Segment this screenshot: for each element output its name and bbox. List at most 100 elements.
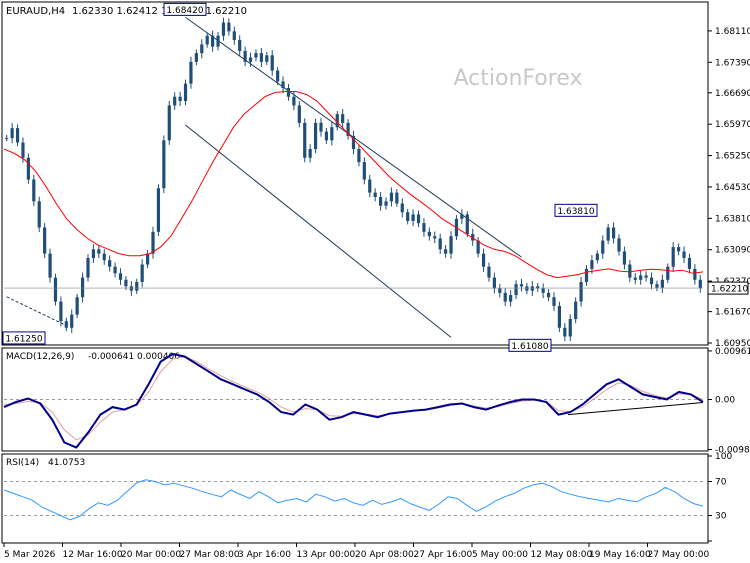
price-annotation-label: 1.61080 xyxy=(511,342,548,352)
candle-body xyxy=(693,268,697,280)
candle-body xyxy=(611,227,616,239)
x-axis-tick-label: 13 Apr 00:00 xyxy=(297,550,356,560)
candle-body xyxy=(75,297,79,315)
candle-body xyxy=(606,227,610,241)
candle-body xyxy=(666,266,670,280)
candle-body xyxy=(574,301,578,320)
x-axis-tick-label: 20 Mar 00:00 xyxy=(121,550,181,560)
macd-y-tick-label: 0.009618 xyxy=(715,347,750,357)
candle-body xyxy=(617,238,621,252)
candle-body xyxy=(194,53,198,62)
price-annotation-label: 1.68420 xyxy=(166,6,203,16)
candle-body xyxy=(286,88,291,97)
candle-body xyxy=(64,321,68,328)
candle-body xyxy=(357,149,361,163)
candle-body xyxy=(481,253,486,267)
candle-body xyxy=(509,295,513,302)
macd-line xyxy=(3,352,704,449)
candle-body xyxy=(167,105,171,141)
candle-body xyxy=(541,288,545,293)
candle-body xyxy=(465,214,469,235)
candle-body xyxy=(487,266,491,278)
candle-body xyxy=(595,253,599,261)
price-y-tick-label: 1.64530 xyxy=(715,183,750,193)
price-annotation-label: 1.63810 xyxy=(557,207,594,217)
candle-body xyxy=(86,258,90,278)
candle-body xyxy=(433,236,437,239)
chart-svg: ActionForex EURAUD,H4 1.62330 1.62412 1.… xyxy=(1,1,750,560)
rsi-y-tick-label: 70 xyxy=(715,478,727,488)
candle-body xyxy=(15,128,20,143)
price-y-tick-label: 1.65970 xyxy=(715,120,750,130)
candle-body xyxy=(178,96,182,102)
candle-body xyxy=(140,264,144,282)
candle-body xyxy=(503,292,507,302)
candle-body xyxy=(43,227,47,254)
rsi-panel-frame xyxy=(1,453,709,544)
candle-body xyxy=(108,260,112,267)
rsi-y-tick-label: 100 xyxy=(715,452,732,462)
candle-body xyxy=(579,281,583,302)
candle-body xyxy=(639,275,643,280)
candle-body xyxy=(373,192,377,197)
last-price-label: 1.62210 xyxy=(711,285,748,295)
candle-body xyxy=(189,61,193,84)
rsi-line xyxy=(3,479,704,521)
candle-body xyxy=(368,179,372,193)
candle-body xyxy=(59,301,63,322)
rsi-title: RSI(14) xyxy=(6,458,39,468)
x-axis-tick-label: 12 Mar 16:00 xyxy=(63,550,123,560)
candle-body xyxy=(460,214,464,219)
chart-window: ActionForex EURAUD,H4 1.62330 1.62412 1.… xyxy=(0,0,750,563)
candle-body xyxy=(145,253,150,265)
candle-body xyxy=(601,240,605,254)
candle-body xyxy=(124,279,128,287)
candle-body xyxy=(216,35,220,47)
macd-title: MACD(12,26,9) xyxy=(6,352,74,362)
candle-body xyxy=(530,286,534,291)
x-axis-tick-label: 5 May 00:00 xyxy=(472,550,528,560)
macd-signal-line xyxy=(3,356,704,441)
candle-body xyxy=(259,53,263,62)
candle-body xyxy=(498,288,502,293)
price-y-tick-label: 1.67390 xyxy=(715,58,750,68)
x-axis-tick-label: 27 Mar 08:00 xyxy=(180,550,240,560)
candle-body xyxy=(91,249,96,258)
candle-body xyxy=(113,266,117,274)
macd-y-tick-label: 0.00 xyxy=(715,395,735,405)
candle-body xyxy=(557,305,562,328)
candle-body xyxy=(395,192,399,204)
channel-line xyxy=(6,296,67,327)
candle-body xyxy=(200,44,204,54)
candle-body xyxy=(118,273,123,280)
candle-body xyxy=(590,260,594,269)
candle-body xyxy=(649,277,654,285)
price-y-tick-label: 1.65250 xyxy=(715,152,750,162)
candle-body xyxy=(37,201,41,228)
x-axis-tick-label: 3 Apr 16:00 xyxy=(238,550,291,560)
candle-body xyxy=(151,231,155,254)
candle-body xyxy=(514,284,518,296)
candle-body xyxy=(297,105,301,123)
candle-body xyxy=(378,196,383,206)
macd-trendline xyxy=(567,402,704,416)
price-y-tick-label: 1.61670 xyxy=(715,308,750,318)
candle-body xyxy=(80,277,85,298)
price-annotation-label: 1.61250 xyxy=(5,334,42,344)
candle-body xyxy=(341,114,345,123)
chart-symbol: EURAUD,H4 xyxy=(6,6,65,17)
candle-body xyxy=(628,264,632,278)
candle-body xyxy=(384,201,388,206)
candle-body xyxy=(546,292,551,298)
candle-body xyxy=(519,284,524,287)
candle-body xyxy=(324,131,329,141)
rsi-y-tick-label: 30 xyxy=(715,512,727,522)
candle-body xyxy=(135,281,139,291)
candle-body xyxy=(552,297,556,306)
candle-body xyxy=(633,277,637,280)
candle-body xyxy=(232,31,236,41)
candle-body xyxy=(292,96,296,106)
candle-body xyxy=(444,249,448,254)
candle-body xyxy=(173,96,177,106)
candle-body xyxy=(660,279,664,288)
